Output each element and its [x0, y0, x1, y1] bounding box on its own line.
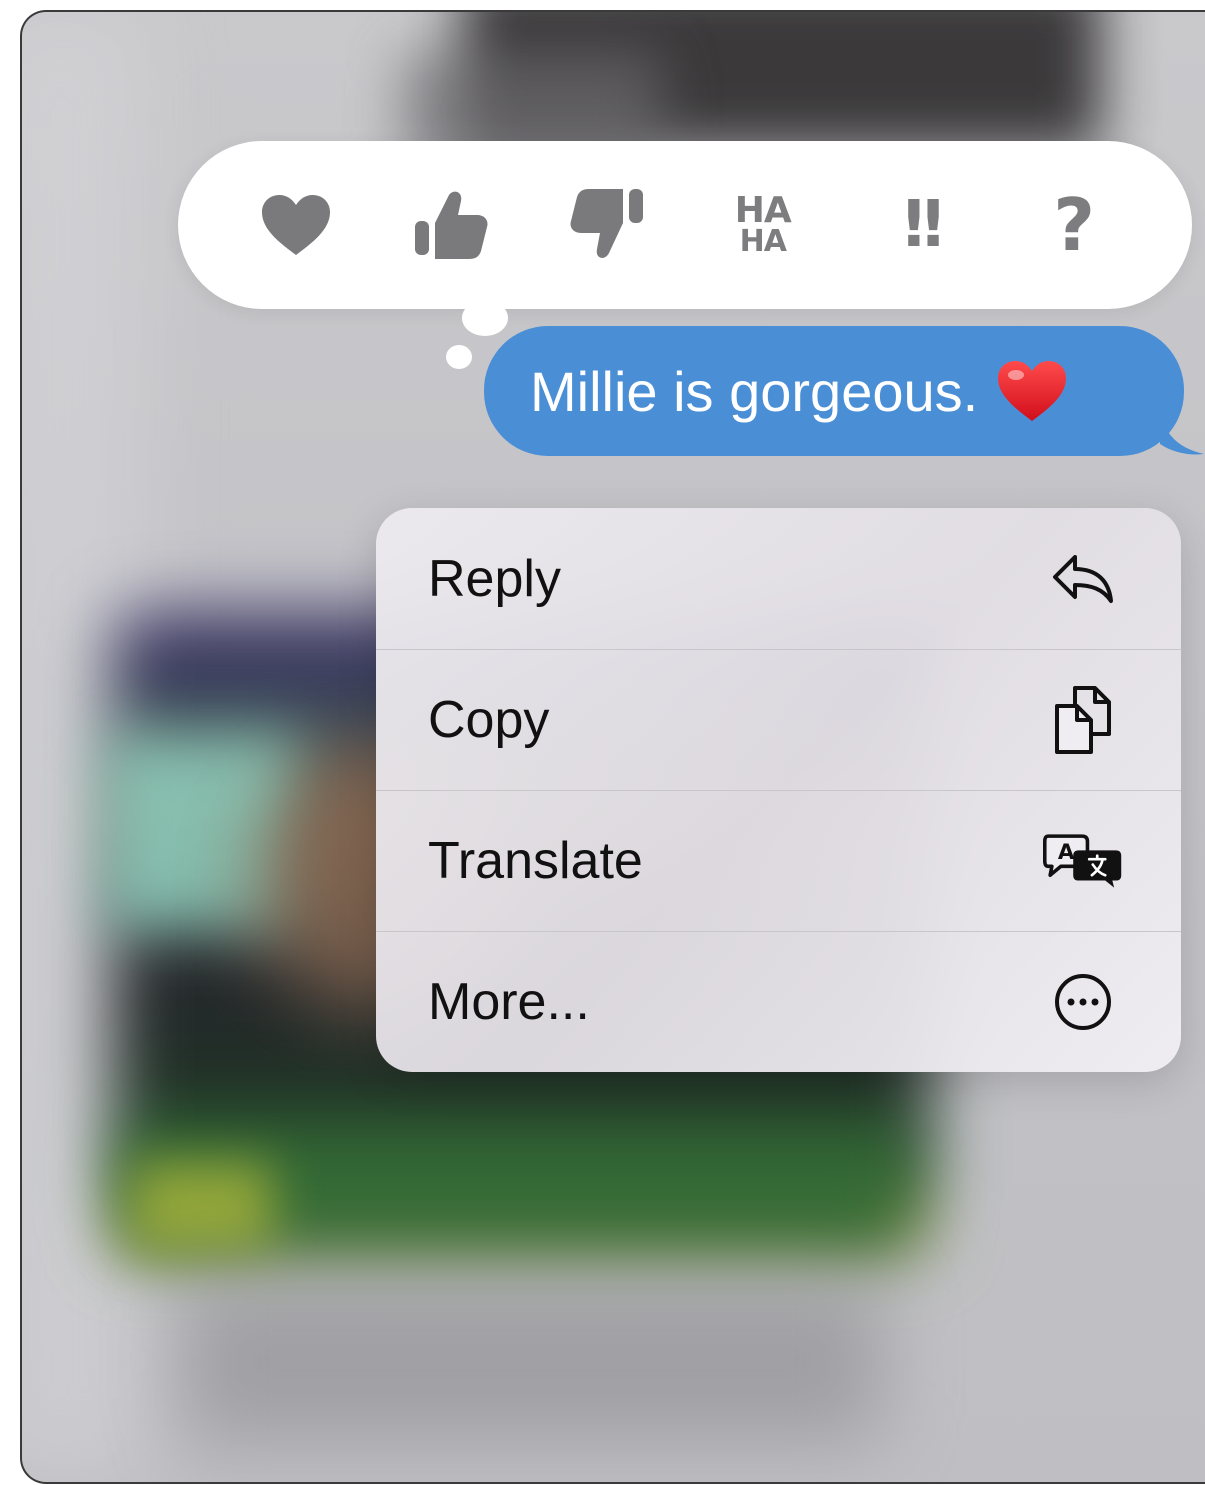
tapback-emphasize-button[interactable]: !! [863, 170, 973, 280]
thumbs-up-icon [415, 191, 488, 259]
tapback-bubble-dot [462, 300, 508, 336]
bubble-tail [1160, 410, 1204, 455]
tapback-thumbs-up-button[interactable] [396, 170, 506, 280]
menu-item-reply[interactable]: Reply [376, 508, 1181, 649]
thumbs-down-icon [570, 189, 644, 258]
tapback-haha-button[interactable]: HA HA [708, 170, 818, 280]
exclamation-icon: !! [899, 188, 947, 262]
heart-icon [261, 195, 330, 255]
menu-item-more[interactable]: More... [376, 931, 1181, 1072]
translate-icon: A [1043, 821, 1123, 901]
background-blur [182, 1282, 882, 1442]
menu-item-label: More... [428, 973, 590, 1031]
tapback-heart-button[interactable] [241, 170, 351, 280]
reply-icon [1043, 539, 1123, 619]
haha-icon: HA HA [734, 189, 792, 259]
red-heart-emoji [996, 359, 1068, 423]
menu-item-label: Copy [428, 691, 550, 749]
tapback-question-button[interactable]: ? [1019, 170, 1129, 280]
svg-text:A: A [1058, 840, 1075, 865]
tapback-thumbs-down-button[interactable] [552, 170, 662, 280]
question-icon: ? [1053, 183, 1095, 267]
tapback-bubble-dot [446, 345, 472, 369]
message-text: Millie is gorgeous. [530, 359, 979, 423]
menu-item-copy[interactable]: Copy [376, 649, 1181, 790]
copy-icon [1043, 680, 1123, 760]
message-bubble[interactable]: Millie is gorgeous. [484, 326, 1184, 456]
background-blur [132, 1162, 272, 1252]
tapback-bar: HA HA !! ? [178, 141, 1192, 309]
context-menu: Reply Copy Translate A More... [376, 508, 1181, 1072]
menu-item-translate[interactable]: Translate A [376, 790, 1181, 931]
more-icon [1043, 962, 1123, 1042]
menu-item-label: Reply [428, 549, 561, 608]
menu-item-label: Translate [428, 832, 643, 890]
